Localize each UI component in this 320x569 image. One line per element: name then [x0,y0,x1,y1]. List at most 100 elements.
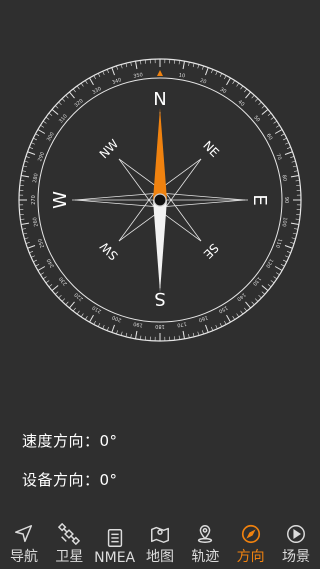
dial-tick [58,294,62,299]
nav-label-track: 轨迹 [191,549,220,565]
rose-line [74,192,161,201]
dial-tick [215,71,218,75]
dial-tick [68,301,75,309]
nav-item-track[interactable]: 轨迹 [184,519,226,569]
nav-item-satellite[interactable]: 卫星 [48,519,90,569]
dial-tick [27,151,36,155]
dial-tick [29,146,34,149]
degree-label: 210 [91,304,102,314]
dial-tick [240,85,244,90]
dial-tick [274,129,283,134]
dial-tick [284,151,293,155]
dial-tick [85,316,88,320]
rose-line [166,193,202,242]
dial-tick [219,323,223,327]
needle-pivot [153,193,167,207]
degree-label: 100 [280,217,288,227]
nav-item-nmea[interactable]: NMEA [94,519,136,569]
dial-tick [58,101,62,106]
dial-tick [178,60,180,65]
dial-tick [274,266,283,271]
degree-label: 230 [58,275,69,286]
dial-tick [215,325,218,329]
dial-tick [55,105,59,109]
dial-tick [254,298,259,302]
needle-south [153,200,167,292]
dial-tick [226,314,231,323]
dial-tick [261,291,265,295]
dial-tick [35,133,40,136]
sw-label: SW [97,239,121,263]
east-label: E [249,194,270,205]
degree-label: 130 [251,275,262,286]
dial-tick [102,71,105,75]
dial-tick [276,125,280,128]
north-label: N [153,89,166,110]
dial-tick [89,314,94,323]
dial-tick [245,301,252,309]
location-pin-icon [198,525,213,543]
dial-tick [37,266,46,271]
dial-tick [106,326,109,331]
degree-label: 320 [73,98,84,109]
nav-item-direction[interactable]: 方向 [230,519,272,569]
dial-tick [61,98,66,102]
dial-tick [111,67,115,76]
dial-tick [97,323,101,327]
device-direction-text: 设备方向：0° [22,471,118,489]
dial-tick [33,259,37,263]
dial-tick [232,316,235,320]
dial-tick [258,294,262,299]
compass-icon [241,524,260,544]
nav-item-scene[interactable]: 场景 [275,519,317,569]
dial-tick [280,133,285,136]
degree-label: 330 [91,86,102,96]
degree-label: 80 [281,174,288,181]
dial-tick [51,108,59,115]
degree-label: 150 [217,304,228,314]
dial-tick [65,95,69,99]
nav-item-map[interactable]: 地图 [139,519,181,569]
rose-line [118,158,154,207]
dial-tick [283,137,287,141]
dial-tick [45,116,50,120]
degree-label: 140 [235,291,246,302]
nav-label-nmea: NMEA [94,550,136,566]
satellite-icon [58,523,81,545]
dial-tick [31,255,35,258]
dial-tick [284,245,293,249]
degree-label: 310 [58,113,69,124]
dial-tick [280,264,285,267]
dial-tick [205,67,209,76]
degree-label: 90 [283,197,289,203]
dial-tick [261,105,265,109]
degree-label: 270 [31,195,37,205]
dial-tick [224,320,227,325]
dial-tick [45,280,50,284]
nav-item-navigation[interactable]: 导航 [3,519,45,569]
dial-tick [20,180,25,182]
dial-tick [205,324,209,333]
dial-tick [89,77,94,86]
dial-tick [25,242,30,244]
dial-tick [178,335,180,340]
speed-direction-text: 速度方向：0° [22,432,118,450]
dial-tick [116,330,118,335]
degree-label: 300 [46,131,56,142]
bottom-navigation: 导航 卫星 NMEA 地图 轨迹 方向 场景 [0,519,320,569]
dial-tick [25,156,30,158]
rose-line [159,192,246,201]
dial-tick [285,255,289,258]
rose-line [74,199,161,208]
nav-label-direction: 方向 [236,549,265,565]
dial-tick [111,324,115,333]
dial-tick [261,285,269,292]
nav-label-satellite: 卫星 [55,549,84,565]
navigation-arrow-icon [15,525,33,543]
dial-tick [102,325,105,329]
dial-tick [244,88,248,93]
map-icon [151,526,169,543]
dial-tick [24,237,29,240]
se-label: SE [201,241,222,262]
dial-tick [27,245,36,249]
